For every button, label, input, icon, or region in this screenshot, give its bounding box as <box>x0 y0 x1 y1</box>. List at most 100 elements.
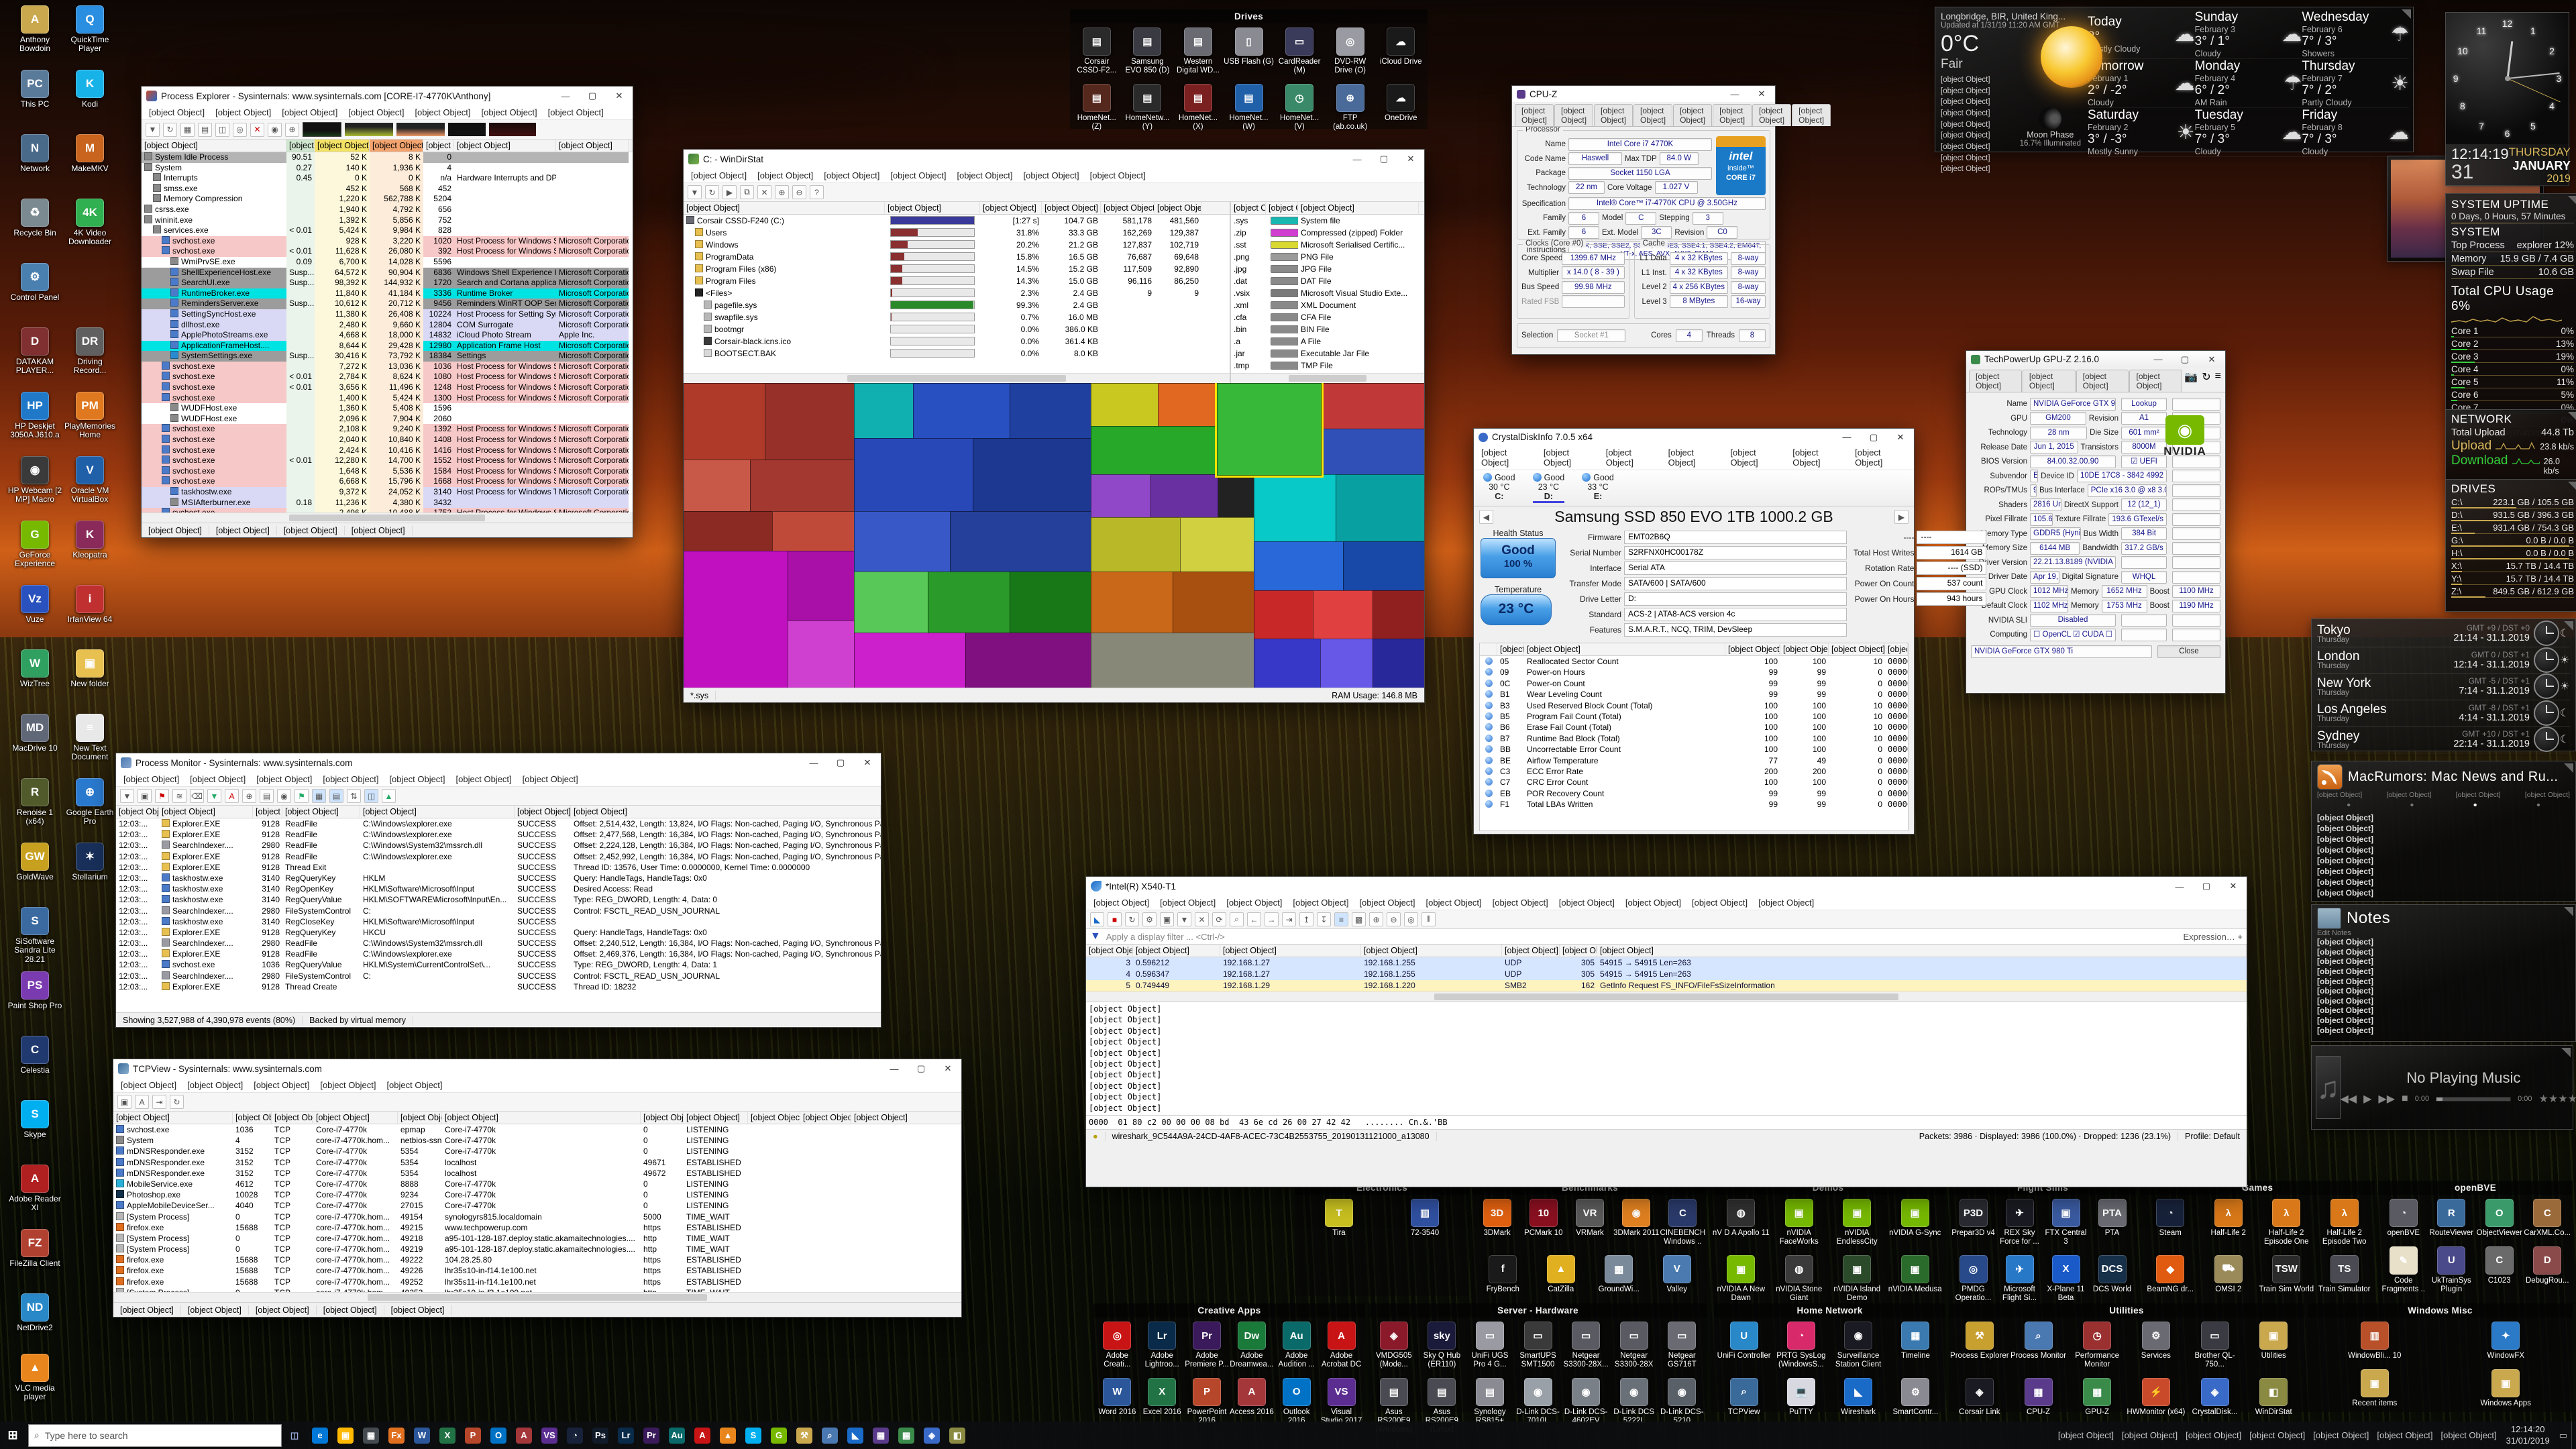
fence-icon[interactable]: ▤Corsair CSSD-F2... <box>1071 28 1122 75</box>
tab[interactable]: [object Object] <box>1515 104 1554 126</box>
process-row[interactable]: MSIAfterburner.exe 0.18 11,236 K 4,380 K… <box>142 498 633 508</box>
save-icon[interactable]: ▣ <box>117 1095 131 1109</box>
extension-row[interactable]: .tmp TMP File <box>1231 360 1424 372</box>
detail-line[interactable]: [object Object] <box>1089 1091 2244 1102</box>
minimize-button[interactable]: — <box>1833 429 1860 445</box>
tab[interactable]: [object Object] <box>2023 370 2076 392</box>
connection-row[interactable]: firefox.exe 15688 TCP core-i7-4770k.hom.… <box>113 1265 961 1276</box>
extension-row[interactable]: .sst Microsoft Serialised Certific... <box>1231 239 1424 251</box>
event-row[interactable]: 12:03:... svchost.exe 1036 RegQueryValue… <box>116 959 881 970</box>
column-header[interactable]: [object Object] <box>398 1112 442 1124</box>
taskbar-app-icon[interactable]: S <box>745 1428 761 1444</box>
gpu-graph[interactable] <box>448 123 486 136</box>
process-row[interactable]: services.exe < 0.01 5,424 K 9,984 K 828 <box>142 225 633 236</box>
taskbar-app-icon[interactable]: ▦ <box>363 1428 379 1444</box>
titlebar[interactable]: TechPowerUp GPU-Z 2.16.0 —▢✕ <box>1966 351 2225 368</box>
desktop-icon[interactable]: ♻ Recycle Bin <box>7 199 63 237</box>
detail-line[interactable]: [object Object] <box>1089 1081 2244 1091</box>
fence-icon[interactable]: VValley <box>1648 1255 1707 1294</box>
taskbar-app-icon[interactable]: Lr <box>618 1428 634 1444</box>
process-row[interactable]: dllhost.exe 2,480 K 9,660 K 12804 COM Su… <box>142 320 633 331</box>
treemap-block[interactable] <box>854 438 974 513</box>
treemap-block[interactable] <box>1158 383 1218 427</box>
menu-item[interactable]: [object Object] <box>543 105 609 119</box>
smart-row[interactable]: C7 CRC Error Count 100 100 0 00000000000… <box>1480 777 1908 788</box>
column-header[interactable]: [object Object] <box>442 1112 641 1124</box>
process-row[interactable]: Memory Compression 1,220 K 562,788 K 520… <box>142 194 633 205</box>
tab[interactable]: [object Object] <box>2076 370 2129 392</box>
directory-row[interactable]: Program Files 14.3% 15.0 GB 96,116 86,25… <box>684 275 1230 287</box>
fence-icon[interactable]: ◈Corsair Link <box>1950 1378 2009 1417</box>
note-line[interactable]: [object Object] <box>2317 986 2570 996</box>
taskbar-app-icon[interactable]: A <box>694 1428 710 1444</box>
fence-icon[interactable]: TSTrain Simulator <box>2316 1255 2374 1294</box>
fence-icon[interactable]: OOutlook 2016 <box>1274 1378 1319 1426</box>
menu-item[interactable]: [object Object] <box>210 105 276 119</box>
tab[interactable]: [object Object] <box>1752 104 1791 126</box>
treemap-block[interactable] <box>1091 426 1218 476</box>
column-header[interactable]: [object Object] <box>515 806 571 818</box>
tab[interactable]: [object Object] <box>1633 104 1672 126</box>
horizontal-scrollbar[interactable] <box>1086 991 2247 1002</box>
treemap-block[interactable] <box>1091 572 1173 634</box>
news-headline[interactable]: [object Object] <box>2317 845 2570 856</box>
desktop-icon[interactable]: C Celestia <box>7 1036 63 1075</box>
taskbar-app-icon[interactable]: G <box>771 1428 787 1444</box>
menu-item[interactable]: [object Object] <box>1849 445 1912 470</box>
process-filter-icon[interactable]: ◫ <box>364 789 378 803</box>
fence-icon[interactable]: ◉3DMark 2011 <box>1613 1199 1660 1238</box>
zoom-in-icon[interactable]: ⊕ <box>775 185 789 199</box>
detail-line[interactable]: [object Object] <box>1089 1103 2244 1114</box>
fence-icon[interactable]: ▤Samsung EVO 850 (D) <box>1122 28 1173 75</box>
desktop-icon[interactable]: GW GoldWave <box>7 843 63 881</box>
treemap-block[interactable] <box>684 551 789 688</box>
menu-item[interactable]: [object Object] <box>1554 896 1620 910</box>
desktop-icon[interactable]: DR Driving Record... <box>62 327 118 376</box>
system-widget[interactable]: SYSTEM UPTIME 0 Days, 0 Hours, 57 Minute… <box>2445 193 2576 412</box>
connection-row[interactable]: firefox.exe 15688 TCP core-i7-4770k.hom.… <box>113 1277 961 1287</box>
task-view-button[interactable]: ◫ <box>286 1428 303 1444</box>
connection-row[interactable]: [System Process] 0 TCP core-i7-4770k.hom… <box>113 1244 961 1254</box>
process-row[interactable]: SystemSettings.exe Susp... 30,416 K 73,7… <box>142 351 633 362</box>
fence-icon[interactable]: 3D3DMark <box>1474 1199 1520 1238</box>
fence-icon[interactable]: ▭UniFi UGS Pro 4 G... <box>1466 1322 1514 1369</box>
menu-item[interactable]: [object Object] <box>317 772 384 786</box>
menu-item[interactable]: [object Object] <box>1085 168 1151 182</box>
fence-icon[interactable]: CCINEBENCH Windows .. <box>1660 1199 1706 1246</box>
highlight-icon[interactable]: A <box>225 789 239 803</box>
tab[interactable]: [object Object] <box>1792 104 1831 126</box>
taskbar-app-icon[interactable]: ⌕ <box>822 1428 838 1444</box>
menu-item[interactable]: [object Object] <box>248 1078 315 1092</box>
fence-icon[interactable]: ▣Utilities <box>2244 1322 2303 1360</box>
smart-row[interactable]: 0C Power-on Count 99 99 0 000000000219 <box>1480 678 1908 689</box>
close-button[interactable]: ✕ <box>2220 877 2247 896</box>
tray-icon[interactable]: [object Object] <box>2437 1430 2501 1440</box>
fence-icon[interactable]: ✈Microsoft Flight Si... <box>1996 1255 2043 1303</box>
fence-icon[interactable]: ▣nVIDIA EndlessCity <box>1828 1199 1886 1246</box>
fence-icon[interactable]: WWord 2016 <box>1095 1378 1140 1417</box>
process-row[interactable]: svchost.exe 1,648 K 5,536 K 1584 Host Pr… <box>142 466 633 477</box>
fence-icon[interactable]: UUkTrainSys Plugin <box>2428 1246 2476 1294</box>
taskbar-app-icon[interactable]: P <box>465 1428 481 1444</box>
taskbar-app-icon[interactable]: ◧ <box>949 1428 965 1444</box>
connection-row[interactable]: AppleMobileDeviceSer... 4040 TCP Core-i7… <box>113 1200 961 1211</box>
desktop-icon[interactable]: ✶ Stellarium <box>62 843 118 881</box>
desktop-icon[interactable]: PS Paint Shop Pro <box>7 971 63 1010</box>
fence-icon[interactable]: ◆BeamNG dr... <box>2141 1255 2200 1294</box>
autoscroll-icon[interactable]: ≡ <box>1334 912 1348 926</box>
tray-icon[interactable]: [object Object] <box>2245 1430 2309 1440</box>
world-clocks-widget[interactable]: Tokyo Thursday GMT +9 / DST +0 21:14 - 3… <box>2311 619 2576 751</box>
minimize-button[interactable]: — <box>800 753 827 772</box>
process-row[interactable]: svchost.exe 2,496 K 10,488 K 1752 Host P… <box>142 508 633 513</box>
open-icon[interactable]: ▼ <box>688 185 702 199</box>
treemap-block[interactable] <box>1091 383 1159 427</box>
fence-icon[interactable]: ⛟OMSI 2 <box>2200 1255 2258 1294</box>
fence-icon[interactable]: XX-Plane 11 Beta <box>2043 1255 2089 1303</box>
smart-row[interactable]: F1 Total LBAs Written 99 99 0 0000C9C2FA… <box>1480 799 1908 810</box>
process-row[interactable]: WmiPrvSE.exe 0.09 6,700 K 14,028 K 5596 <box>142 257 633 268</box>
event-row[interactable]: 12:03:... taskhostw.exe 3140 RegOpenKey … <box>116 883 881 894</box>
column-header[interactable]: [object Object] <box>142 140 286 152</box>
display-filter-input[interactable]: Apply a display filter ... <Ctrl-/> <box>1106 932 2178 942</box>
goto-icon[interactable]: ⇥ <box>1282 912 1296 926</box>
taskbar-app-icon[interactable]: A <box>516 1428 532 1444</box>
